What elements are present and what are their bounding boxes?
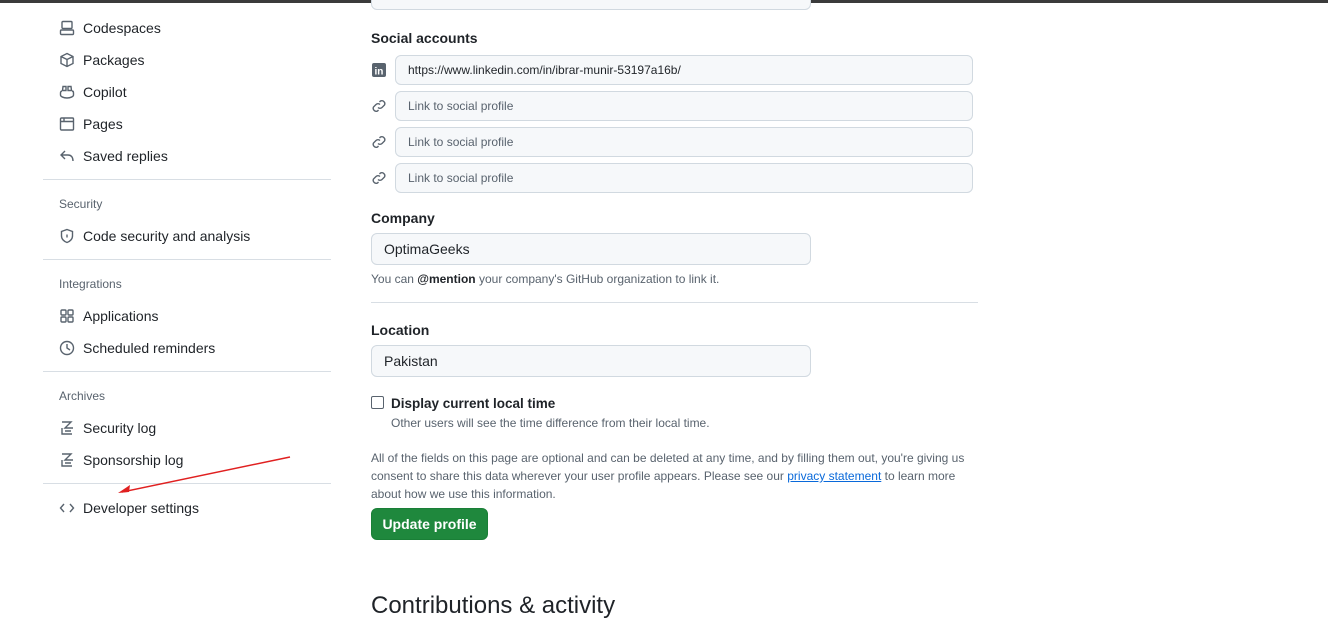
sidebar-item-scheduled-reminders[interactable]: Scheduled reminders bbox=[43, 334, 215, 362]
section-heading-integrations: Integrations bbox=[59, 277, 122, 291]
sidebar-item-saved-replies[interactable]: Saved replies bbox=[43, 142, 168, 170]
package-icon bbox=[60, 52, 74, 68]
linkedin-icon: in bbox=[372, 63, 386, 78]
red-arrow-annotation bbox=[118, 456, 291, 493]
sidebar-item-label: Security log bbox=[83, 420, 157, 436]
social-link-input-3[interactable]: Link to social profile bbox=[395, 127, 973, 157]
social-link-input-2[interactable]: Link to social profile bbox=[395, 91, 973, 121]
privacy-statement-link[interactable]: privacy statement bbox=[787, 469, 881, 483]
sidebar-item-label: Code security and analysis bbox=[83, 228, 251, 244]
social-accounts-label: Social accounts bbox=[371, 30, 478, 46]
sidebar-item-pages[interactable]: Pages bbox=[43, 110, 123, 138]
browser-icon bbox=[59, 117, 75, 131]
log-icon bbox=[61, 453, 73, 467]
divider bbox=[43, 259, 331, 260]
copilot-icon bbox=[59, 85, 75, 99]
log-icon bbox=[61, 421, 73, 435]
contributions-heading: Contributions & activity bbox=[371, 592, 616, 619]
codespaces-icon bbox=[59, 20, 75, 36]
reply-icon bbox=[60, 150, 74, 162]
sidebar-item-code-security[interactable]: Code security and analysis bbox=[43, 222, 250, 250]
sidebar-item-copilot[interactable]: Copilot bbox=[43, 78, 127, 106]
sidebar-item-developer-settings[interactable]: Developer settings bbox=[43, 494, 199, 522]
sidebar-item-label: Scheduled reminders bbox=[83, 340, 216, 356]
link-icon bbox=[372, 100, 386, 112]
section-heading-archives: Archives bbox=[59, 389, 106, 403]
divider bbox=[43, 179, 331, 180]
sidebar-item-packages[interactable]: Packages bbox=[43, 46, 144, 74]
sidebar-item-label: Applications bbox=[83, 308, 159, 324]
svg-text:in: in bbox=[375, 67, 384, 78]
sidebar-item-applications[interactable]: Applications bbox=[43, 302, 159, 330]
company-note: You can @mention your company's GitHub o… bbox=[371, 272, 720, 286]
clock-icon bbox=[59, 340, 75, 356]
divider bbox=[43, 371, 331, 372]
local-time-note: Other users will see the time difference… bbox=[391, 416, 710, 430]
apps-icon bbox=[60, 309, 74, 323]
social-link-input-4[interactable]: Link to social profile bbox=[395, 163, 973, 193]
privacy-disclaimer: All of the fields on this page are optio… bbox=[371, 451, 965, 501]
sidebar-item-label: Packages bbox=[83, 52, 145, 68]
local-time-label[interactable]: Display current local time bbox=[391, 396, 555, 411]
shield-icon bbox=[60, 228, 74, 244]
sidebar-item-label: Pages bbox=[83, 116, 123, 132]
section-heading-security: Security bbox=[59, 197, 103, 211]
location-label: Location bbox=[371, 322, 430, 338]
sidebar-item-label: Developer settings bbox=[83, 500, 199, 516]
sidebar-item-label: Saved replies bbox=[83, 148, 168, 164]
update-profile-button[interactable]: Update profile bbox=[371, 508, 488, 540]
social-link-input-1[interactable]: https://www.linkedin.com/in/ibrar-munir-… bbox=[395, 55, 973, 85]
link-icon bbox=[372, 136, 386, 148]
company-input[interactable]: OptimaGeeks bbox=[371, 233, 811, 265]
sidebar-item-label: Codespaces bbox=[83, 20, 161, 36]
sidebar-item-codespaces[interactable]: Codespaces bbox=[43, 14, 161, 42]
previous-field-input[interactable] bbox=[371, 0, 811, 10]
company-label: Company bbox=[371, 210, 435, 226]
link-icon bbox=[372, 172, 386, 184]
local-time-checkbox[interactable] bbox=[371, 396, 384, 409]
sidebar-item-label: Copilot bbox=[83, 84, 127, 100]
location-input[interactable]: Pakistan bbox=[371, 345, 811, 377]
code-icon bbox=[59, 503, 75, 513]
sidebar-item-security-log[interactable]: Security log bbox=[43, 414, 156, 442]
divider bbox=[371, 302, 978, 303]
